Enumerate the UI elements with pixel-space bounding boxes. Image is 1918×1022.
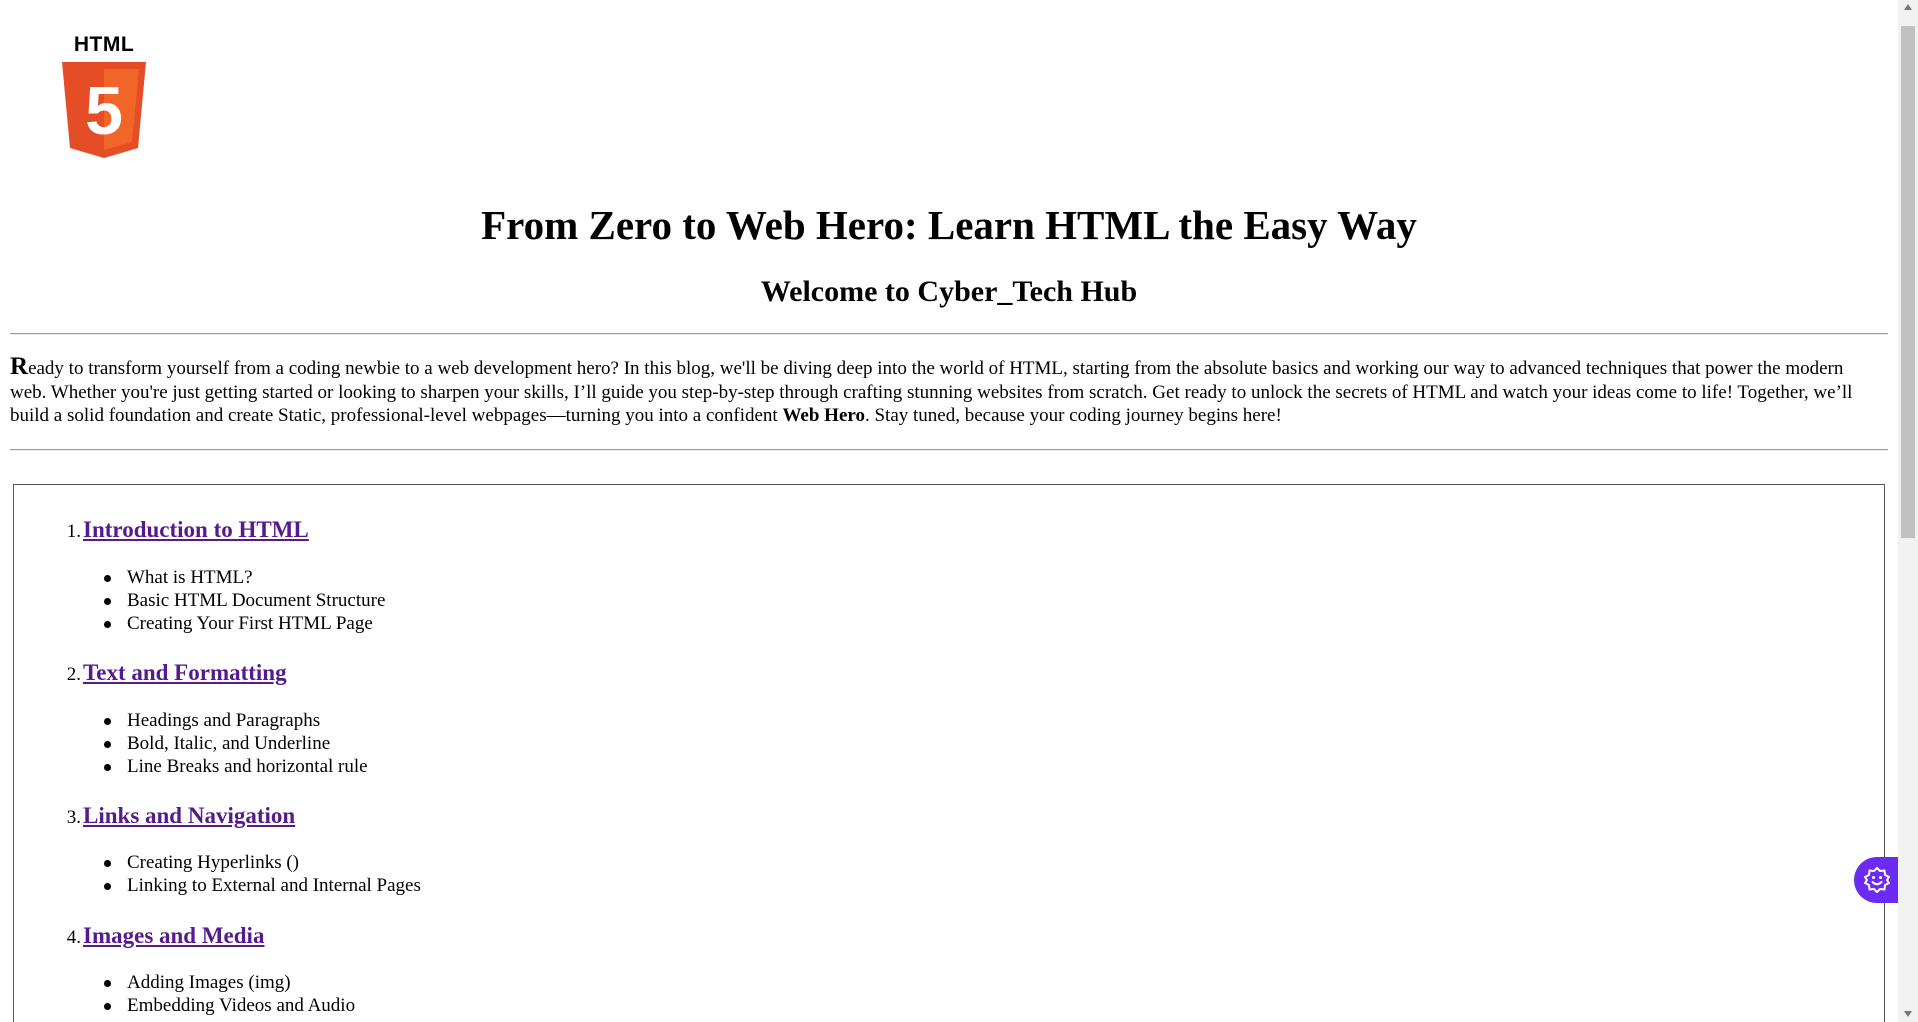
page: HTML 5 From Zero to Web Hero: Learn HTML… [0,0,1898,1022]
toc-number: 4. [66,927,81,948]
html5-logo: HTML 5 [60,33,148,161]
toc-number: 1. [66,521,81,542]
list-item: Adding Images (img) [104,972,291,993]
toc-number: 3. [66,807,81,828]
list-item: Line Breaks and horizontal rule [104,756,368,777]
smiley-gear-icon [1864,867,1890,893]
scroll-down-arrow-icon[interactable] [1904,1011,1912,1017]
horizontal-rule [10,449,1888,451]
logo-wordmark: HTML [73,33,135,56]
toc-heading: 1.Introduction to HTML [59,517,309,543]
list-item: Embedding Videos and Audio [103,995,356,1016]
page-title: From Zero to Web Hero: Learn HTML the Ea… [481,202,1417,248]
toc-heading: 2.Text and Formatting [59,660,287,686]
toc-heading: 4.Images and Media [59,923,265,949]
toc-link-text-formatting[interactable]: Text and Formatting [83,660,287,685]
toc-link-links-navigation[interactable]: Links and Navigation [83,803,295,828]
scrollbar-thumb[interactable] [1901,26,1915,538]
list-item: Bold, Italic, and Underline [103,733,331,754]
scroll-up-arrow-icon[interactable] [1904,4,1912,10]
list-item: What is HTML? [104,567,253,588]
list-item: Creating Hyperlinks () [103,852,300,873]
accessibility-widget-button[interactable] [1854,857,1898,903]
toc-number: 2. [66,664,81,685]
intro-paragraph: Ready to transform yourself from a codin… [10,353,1878,428]
intro-text-end: . Stay tuned, because your coding journe… [864,405,1282,426]
list-item: Creating Your First HTML Page [104,613,373,634]
toc-link-introduction[interactable]: Introduction to HTML [83,517,309,542]
intro-bold-text: Web Hero [782,405,865,426]
html5-shield-icon: 5 [62,62,146,158]
list-item: Linking to External and Internal Pages [104,875,421,896]
vertical-scrollbar[interactable] [1898,0,1918,1022]
toc-link-images-media[interactable]: Images and Media [83,923,264,948]
logo-glyph: 5 [85,73,123,149]
toc-heading: 3.Links and Navigation [59,803,295,829]
intro-dropcap: R [10,353,29,380]
list-item: Basic HTML Document Structure [103,590,386,611]
page-subtitle: Welcome to Cyber_Tech Hub [760,275,1138,308]
table-of-contents: 1.Introduction to HTML What is HTML? Bas… [13,484,1885,1022]
horizontal-rule [10,333,1888,335]
list-item: Headings and Paragraphs [103,710,321,731]
